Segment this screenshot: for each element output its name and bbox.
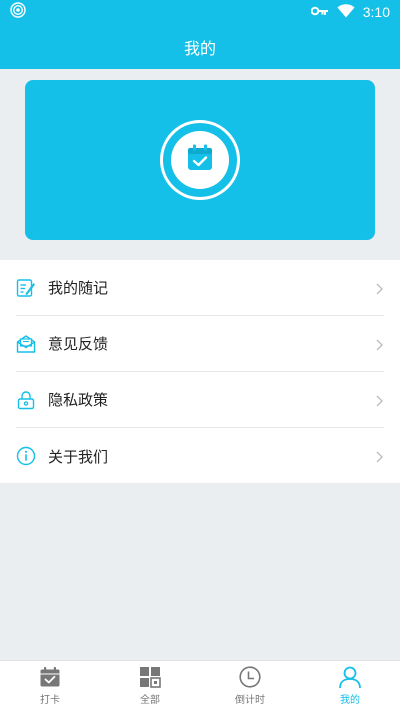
tab-checkin[interactable]: 打卡 [0,661,100,710]
podcast-icon [10,2,26,22]
status-time: 3:10 [362,4,390,20]
tab-label: 我的 [340,695,360,706]
tab-label: 全部 [140,695,160,706]
clock-icon [238,665,262,689]
grid-icon [138,665,162,689]
menu-item-label: 关于我们 [48,447,109,466]
menu-item-feedback[interactable]: 意见反馈 [16,316,384,372]
info-icon [16,446,36,466]
menu-item-about[interactable]: 关于我们 [16,428,384,484]
hero-avatar[interactable] [171,131,229,189]
hero-avatar-ring [160,120,240,200]
menu-item-label: 意见反馈 [48,335,109,353]
lock-icon [16,390,36,410]
hero-card [25,80,375,240]
bottom-tab-bar: 打卡 全部 倒计时 我的 [0,660,400,710]
status-bar: 3:10 [0,0,400,24]
menu-item-notes[interactable]: 我的随记 [16,260,384,316]
tab-countdown[interactable]: 倒计时 [200,661,300,710]
page-title: 我的 [183,38,216,58]
note-edit-icon [16,278,36,298]
mail-open-icon [16,334,36,354]
app-bar: 我的 [0,24,400,69]
chevron-right-icon [374,449,384,463]
menu-item-label: 隐私政策 [48,391,109,409]
tab-label: 倒计时 [235,695,265,706]
chevron-right-icon [374,281,384,295]
hero-section [0,69,400,260]
chevron-right-icon [374,337,384,351]
settings-menu: 我的随记 意见反馈 隐私政策 关于我们 [0,260,400,483]
tab-label: 打卡 [40,695,60,706]
chevron-right-icon [374,393,384,407]
key-icon [310,4,329,20]
calendar-check-icon [38,665,62,689]
menu-item-label: 我的随记 [48,279,109,297]
tab-all[interactable]: 全部 [100,661,200,710]
menu-item-privacy[interactable]: 隐私政策 [16,372,384,428]
user-icon [338,665,362,689]
tab-mine[interactable]: 我的 [300,661,400,710]
wifi-icon [337,3,355,21]
calendar-check-icon [185,143,215,177]
